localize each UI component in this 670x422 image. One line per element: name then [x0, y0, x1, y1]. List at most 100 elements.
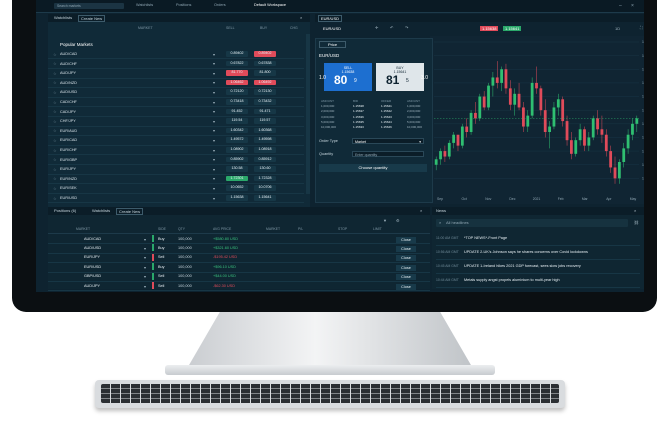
buy-price-cell[interactable]: 119.57: [254, 118, 276, 124]
news-item[interactable]: 10:45 AM GMT UPDATE 1-Ireland hikes 2021 …: [436, 259, 640, 274]
chevron-down-icon[interactable]: ▾: [213, 157, 215, 162]
buy-price-cell[interactable]: 10.0706: [254, 185, 276, 191]
watchlist-row[interactable]: ☆ EUR/SEK ▾ 10.0652 10.0706: [48, 184, 304, 194]
order-type-select[interactable]: Market ▾: [352, 138, 424, 144]
watchlist-row[interactable]: ☆ CAD/JPY ▾ 91.452 91.471: [48, 108, 304, 117]
sell-price-cell[interactable]: 10.0652: [226, 185, 248, 191]
tab-create-new[interactable]: Create New: [78, 15, 106, 22]
news-headline[interactable]: UPDATE 1-Ireland hikes 2021 GDP forecast…: [464, 264, 581, 268]
minimize-icon[interactable]: –: [619, 3, 622, 9]
chevron-down-icon[interactable]: ▾: [213, 196, 215, 201]
chart-buy-price[interactable]: 1.15641: [503, 26, 522, 31]
redo-icon[interactable]: ↷: [405, 25, 408, 30]
sell-price-cell[interactable]: 0.72120: [226, 89, 248, 95]
watchlist-row[interactable]: ☆ EUR/NZD ▾ 1.72301 1.72328: [48, 175, 304, 185]
sell-price-cell[interactable]: 0.85902: [226, 156, 248, 163]
star-icon[interactable]: ☆: [53, 148, 57, 153]
watchlist-row[interactable]: ☆ AUD/CAD ▾ 0.89402 0.89402: [48, 50, 304, 60]
tab-positions[interactable]: Positions (6): [54, 208, 76, 213]
buy-price-cell[interactable]: 81.800: [254, 70, 276, 76]
chevron-down-icon[interactable]: ▾: [213, 100, 215, 105]
chevron-down-icon[interactable]: ▾: [144, 246, 146, 251]
sell-price-cell[interactable]: 1.15638: [226, 195, 248, 201]
sell-button[interactable]: SELL 1.15638 80 9: [324, 63, 372, 91]
buy-price-cell[interactable]: 1.49598: [254, 137, 276, 143]
buy-price-cell[interactable]: 130.60: [254, 166, 276, 172]
watchlist-row[interactable]: ☆ AUD/JPY ▾ 81.770 81.800: [48, 69, 304, 79]
chevron-down-icon[interactable]: ▾: [213, 138, 215, 143]
chart-symbol[interactable]: EUR/USD: [323, 26, 341, 31]
chevron-down-icon[interactable]: ▾: [213, 80, 215, 85]
close-position-button[interactable]: Close: [396, 255, 416, 262]
watchlist-row[interactable]: ☆ EUR/GBP ▾ 0.85902 0.85912: [48, 156, 304, 165]
close-position-button[interactable]: Close: [396, 245, 416, 252]
chevron-down-icon[interactable]: ▾: [213, 167, 215, 172]
buy-price-cell[interactable]: 1.06492: [254, 79, 276, 86]
news-headline[interactable]: *TOP NEWS*-Front Page: [464, 236, 507, 240]
news-item[interactable]: 11:00 AM GMT *TOP NEWS*-Front Page: [436, 231, 640, 246]
buy-price-cell[interactable]: 0.67838: [254, 60, 276, 67]
star-icon[interactable]: ☆: [53, 109, 57, 114]
chevron-down-icon[interactable]: ▾: [213, 52, 215, 57]
buy-price-cell[interactable]: 1.72328: [254, 175, 276, 182]
sell-price-cell[interactable]: 1.72301: [226, 175, 248, 182]
tab-watchlists[interactable]: Watchlists: [54, 15, 72, 20]
nav-default-workspace[interactable]: Default Workspace: [254, 3, 286, 7]
chevron-down-icon[interactable]: ▾: [213, 109, 215, 114]
buy-price-cell[interactable]: 1.60368: [254, 127, 276, 134]
buy-button[interactable]: BUY 1.15641 81 5: [376, 63, 424, 91]
star-icon[interactable]: ☆: [53, 80, 57, 85]
close-window-icon[interactable]: ×: [631, 3, 634, 9]
nav-orders[interactable]: Orders: [214, 3, 226, 7]
watchlist-row[interactable]: ☆ CHF/JPY ▾ 119.54 119.57: [48, 117, 304, 127]
star-icon[interactable]: ☆: [53, 128, 57, 133]
chevron-down-icon[interactable]: ▾: [144, 284, 146, 289]
tab-news[interactable]: News: [436, 208, 446, 213]
chevron-down-icon[interactable]: ▾: [213, 148, 215, 153]
link-icon[interactable]: ⛓: [634, 220, 639, 225]
sell-price-cell[interactable]: 0.89402: [226, 51, 248, 57]
news-item[interactable]: 10:56 AM GMT UPDATE 2-UK's Johnson says h…: [436, 245, 640, 260]
watchlist-row[interactable]: ☆ EUR/CHF ▾ 1.08902 1.08918: [48, 146, 304, 156]
buy-price-cell[interactable]: 1.08918: [254, 147, 276, 153]
close-position-button[interactable]: Close: [396, 274, 416, 281]
chevron-down-icon[interactable]: ▾: [213, 186, 215, 191]
news-item[interactable]: 10:44 AM GMT Metals supply angst propels …: [436, 273, 640, 288]
close-news-icon[interactable]: ×: [634, 208, 636, 213]
chevron-down-icon[interactable]: ▾: [213, 71, 215, 76]
star-icon[interactable]: ☆: [53, 100, 57, 105]
candlestick-chart[interactable]: 1.1850 1.1800 1.1750 1.1700 1.1650 1.1600 1.15…: [430, 36, 644, 204]
sell-price-cell[interactable]: 1.60342: [226, 127, 248, 134]
settings-icon[interactable]: ⚙: [396, 218, 400, 223]
nav-positions[interactable]: Positions: [176, 3, 191, 7]
star-icon[interactable]: ☆: [53, 61, 57, 66]
chevron-down-icon[interactable]: ▾: [144, 255, 146, 260]
chevron-down-icon[interactable]: ▾: [213, 90, 215, 95]
sell-price-cell[interactable]: 0.73418: [226, 99, 248, 105]
chevron-down-icon[interactable]: ▾: [213, 128, 215, 133]
filter-icon[interactable]: ▼: [383, 218, 387, 223]
watchlist-row[interactable]: ☆ AUD/CHF ▾ 0.67822 0.67838: [48, 60, 304, 69]
crosshair-icon[interactable]: ✛: [375, 25, 378, 30]
sell-price-cell[interactable]: 130.58: [226, 166, 248, 172]
close-positions-icon[interactable]: ×: [420, 208, 422, 213]
sell-price-cell[interactable]: 1.08902: [226, 147, 248, 153]
news-search-input[interactable]: ⌕ All headlines: [436, 219, 628, 227]
close-position-button[interactable]: Close: [396, 264, 416, 271]
sell-price-cell[interactable]: 91.452: [226, 108, 248, 115]
buy-price-cell[interactable]: 1.15641: [254, 195, 276, 201]
star-icon[interactable]: ☆: [53, 71, 57, 76]
position-row[interactable]: AUD/JPY ▾ Sell 100,000 -$62.30 USD Close: [48, 281, 430, 292]
chevron-down-icon[interactable]: ▾: [144, 237, 146, 242]
chevron-down-icon[interactable]: ▾: [144, 265, 146, 270]
watchlist-row[interactable]: ☆ EUR/CAD ▾ 1.49572 1.49598: [48, 136, 304, 146]
sell-price-cell[interactable]: 1.06462: [226, 79, 248, 86]
choose-quantity-button[interactable]: Choose quantity: [319, 164, 427, 172]
star-icon[interactable]: ☆: [53, 186, 57, 191]
tab-price[interactable]: Price: [319, 41, 347, 48]
chevron-down-icon[interactable]: ▾: [213, 119, 215, 124]
chart-timeframe[interactable]: 1D: [615, 26, 620, 31]
sell-price-cell[interactable]: 119.54: [226, 118, 248, 124]
star-icon[interactable]: ☆: [53, 167, 57, 172]
nav-watchlists[interactable]: Watchlists: [136, 3, 153, 7]
